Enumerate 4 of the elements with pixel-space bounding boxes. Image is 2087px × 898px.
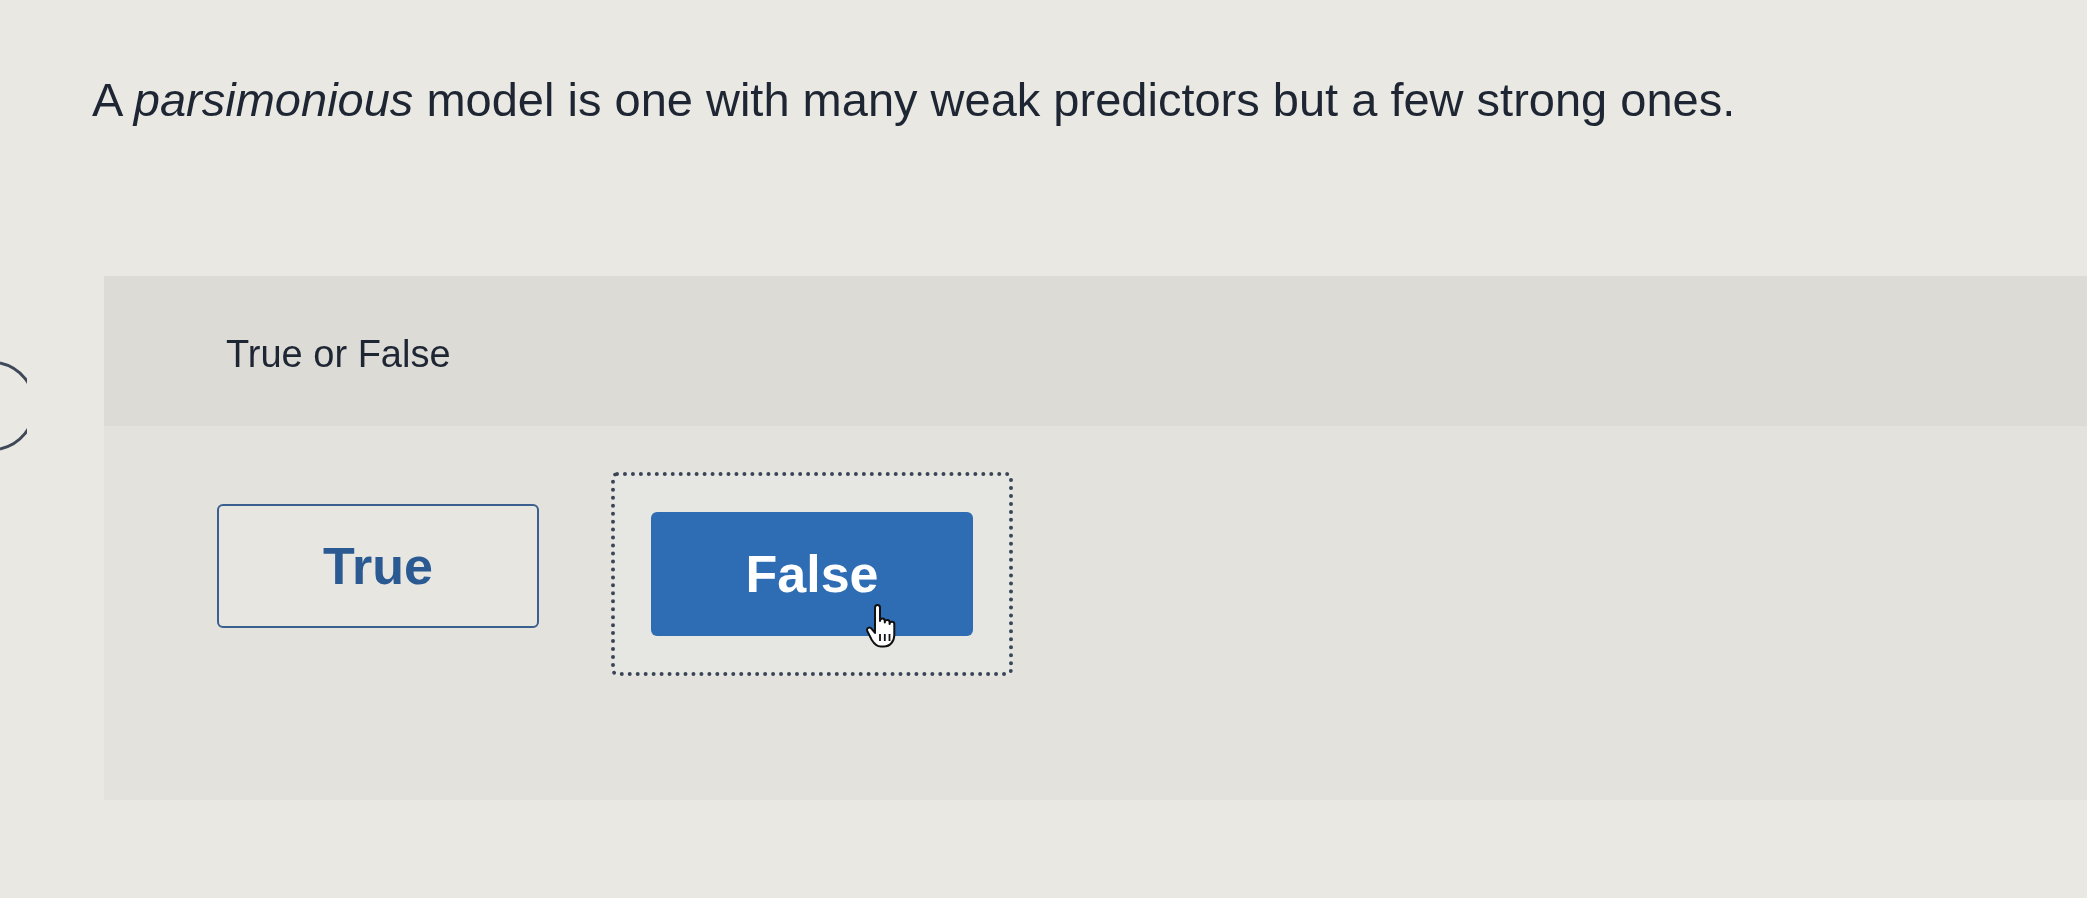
answer-option-button[interactable]: True: [217, 504, 539, 628]
answer-option-button[interactable]: False: [651, 512, 973, 636]
question-text: A parsimonious model is one with many weak predictors but a few strong ones.: [92, 74, 1736, 126]
prompt-text: True or False: [226, 333, 451, 375]
